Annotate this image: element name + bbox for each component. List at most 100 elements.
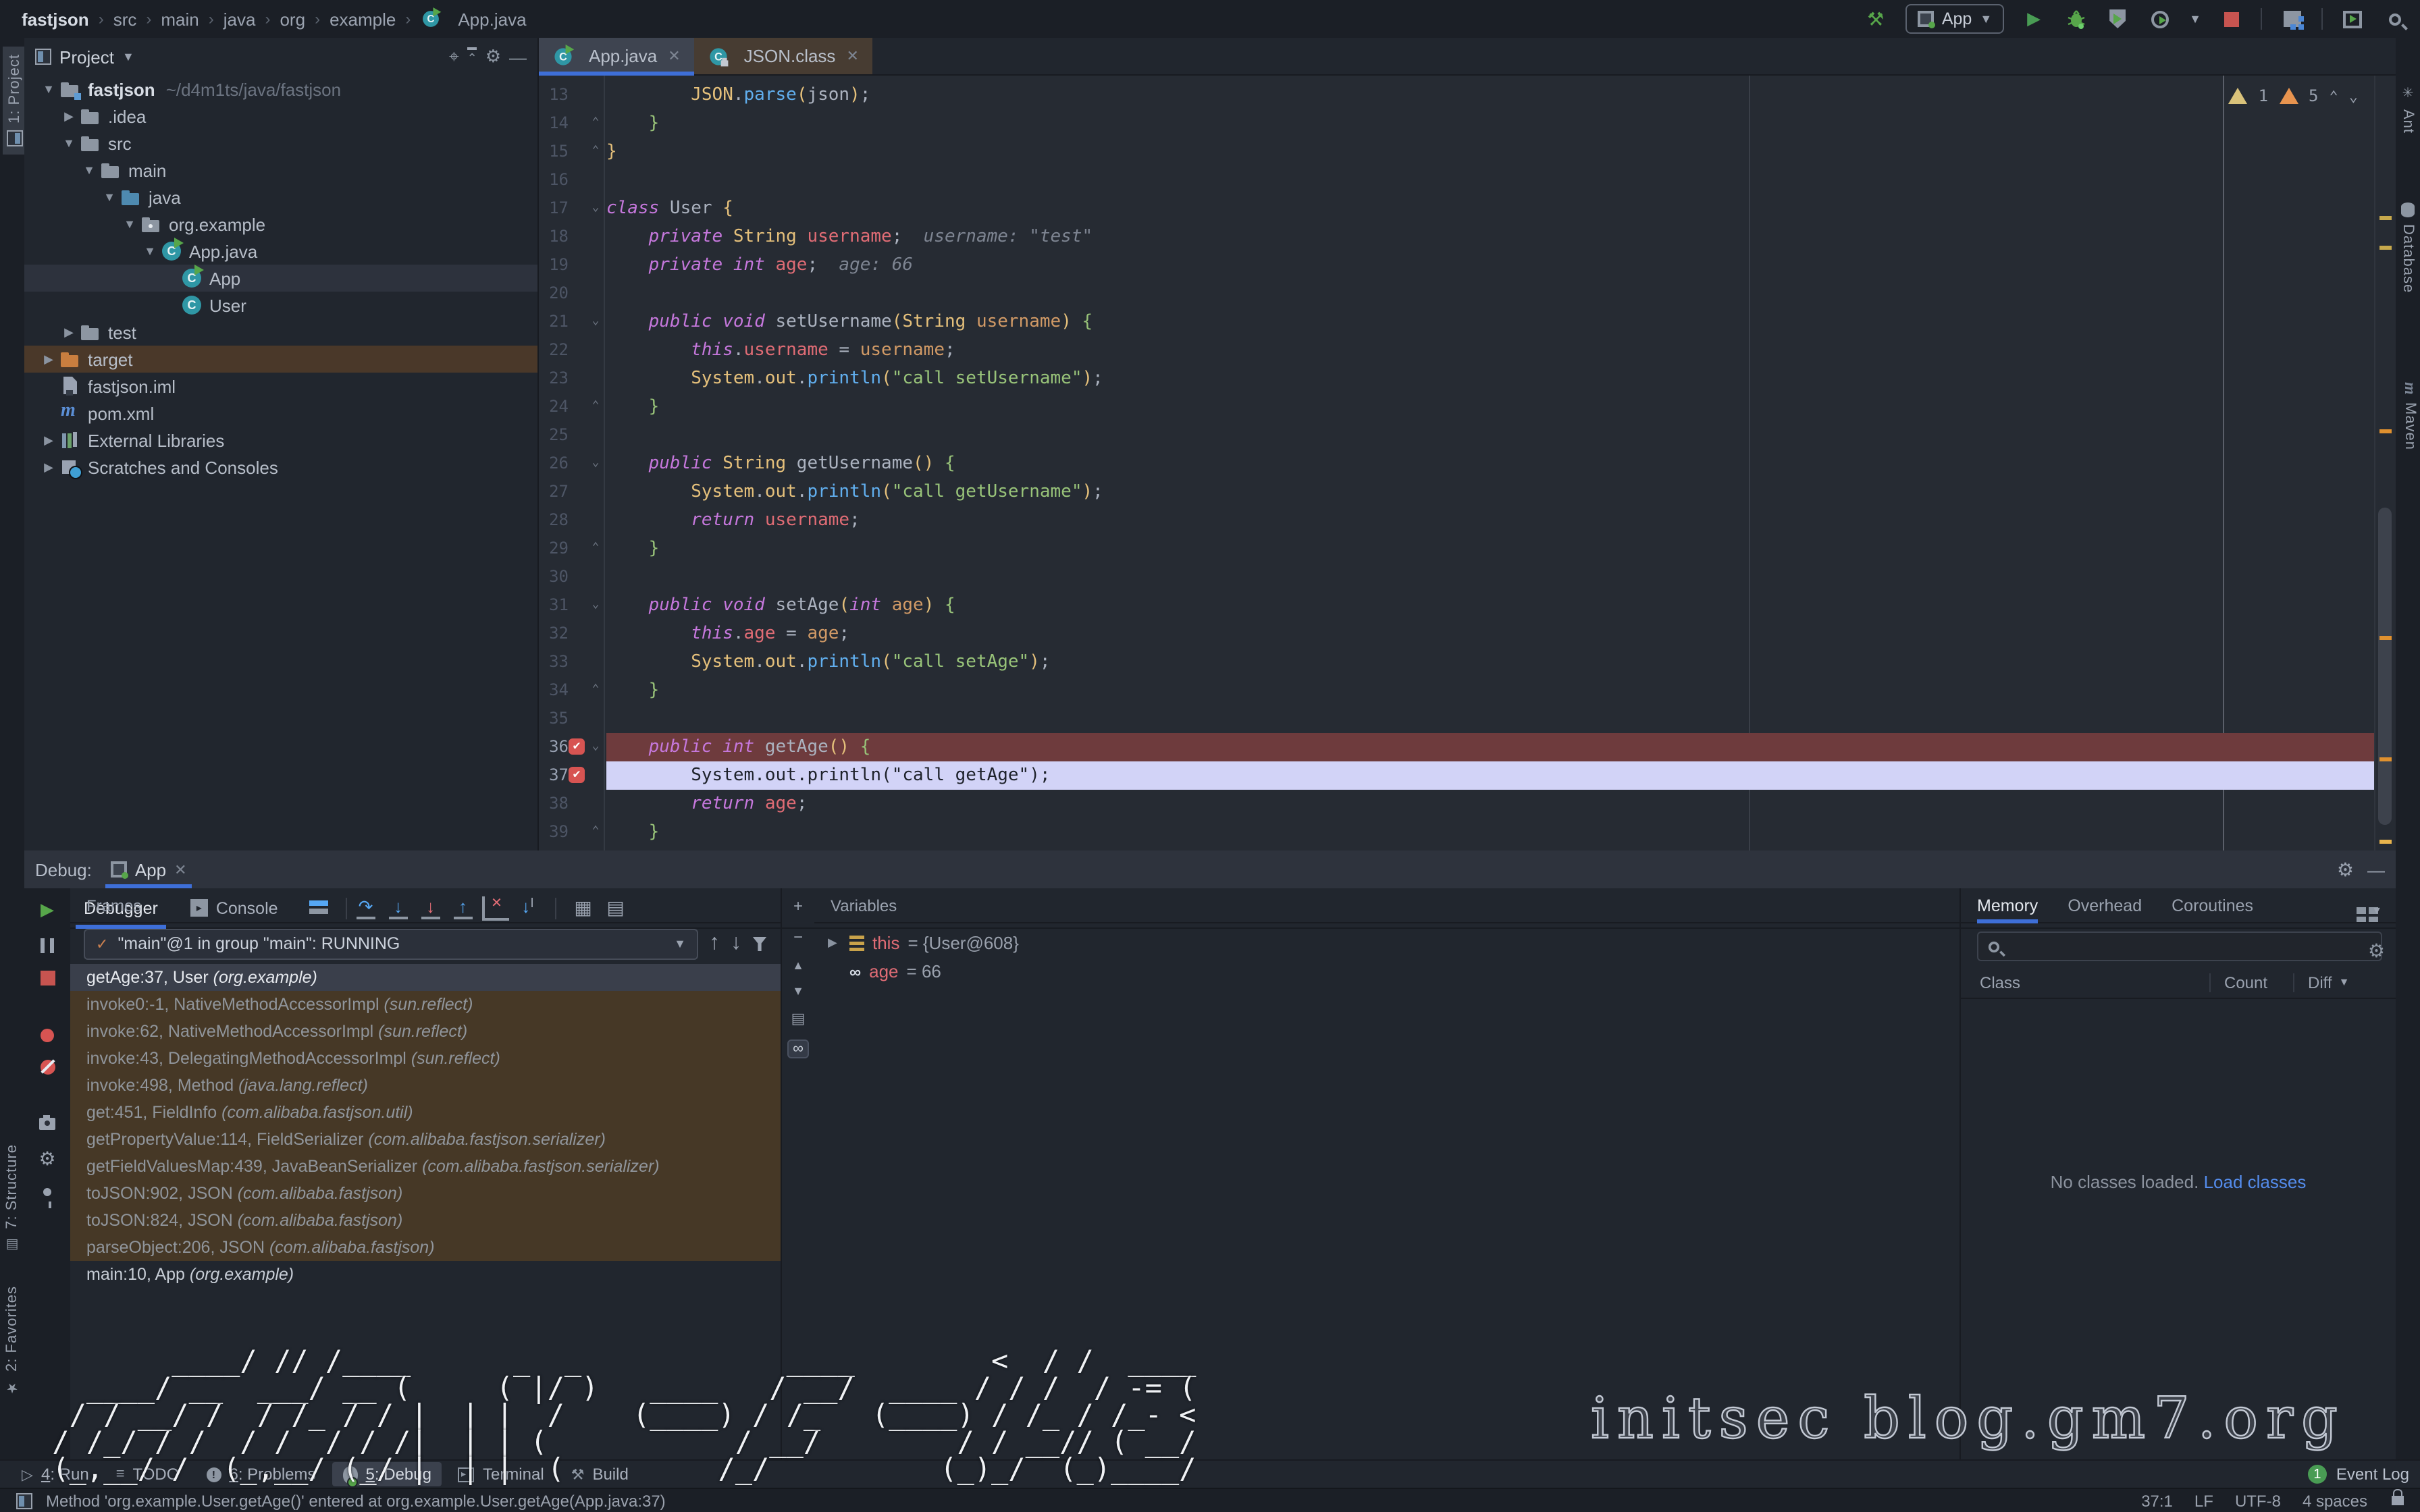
close-icon[interactable]: ✕ bbox=[668, 47, 680, 65]
inspection-widget[interactable]: 1 5 ⌃ ⌄ bbox=[2229, 86, 2358, 105]
code-area[interactable]: 13 JSON.parse(json);14⌃ }15⌃}1617⌄class … bbox=[539, 76, 2396, 850]
move-up-icon[interactable]: ▲ bbox=[792, 959, 804, 972]
stop-icon[interactable] bbox=[40, 971, 55, 986]
tool-window-button-build[interactable]: ⚒Build bbox=[560, 1462, 639, 1486]
tree-item-main[interactable]: ▼main bbox=[24, 157, 537, 184]
profiler-chevron-icon[interactable]: ▼ bbox=[2189, 12, 2201, 26]
tab-overhead[interactable]: Overhead bbox=[2068, 888, 2142, 923]
gear-icon[interactable]: ⚙ bbox=[2337, 858, 2354, 881]
frame-row[interactable]: invoke:498, Method (java.lang.reflect) bbox=[70, 1072, 781, 1099]
show-watches-icon[interactable]: ∞ bbox=[787, 1040, 809, 1058]
debug-session-tab[interactable]: App✕ bbox=[105, 850, 192, 888]
remove-watch-icon[interactable]: − bbox=[793, 927, 803, 946]
tree-item-scratches-and-consoles[interactable]: ▶Scratches and Consoles bbox=[24, 454, 537, 481]
fold-marker[interactable]: ⌄ bbox=[587, 194, 604, 223]
tab-coroutines[interactable]: Coroutines bbox=[2172, 888, 2253, 923]
frame-row[interactable]: parseObject:206, JSON (com.alibaba.fastj… bbox=[70, 1234, 781, 1261]
gear-icon[interactable]: ⚙ bbox=[485, 46, 501, 68]
sidebar-item-maven[interactable]: mMaven bbox=[2400, 382, 2420, 450]
frame-row[interactable]: invoke:43, DelegatingMethodAccessorImpl … bbox=[70, 1045, 781, 1072]
frame-row[interactable]: toJSON:902, JSON (com.alibaba.fastjson) bbox=[70, 1180, 781, 1207]
frame-row[interactable]: getFieldValuesMap:439, JavaBeanSerialize… bbox=[70, 1153, 781, 1180]
sidebar-item-structure[interactable]: ▤7: Structure bbox=[4, 1145, 20, 1252]
breakpoint-icon[interactable]: ✔ bbox=[569, 738, 585, 755]
run-anything-icon[interactable] bbox=[2340, 7, 2365, 31]
code-line-25[interactable]: 25 bbox=[539, 421, 2396, 450]
tool-window-button-terminal[interactable]: ▸Terminal bbox=[448, 1462, 555, 1486]
hide-panel-icon[interactable]: — bbox=[509, 47, 527, 67]
filter-icon[interactable] bbox=[752, 936, 767, 951]
code-line-36[interactable]: 36✔⌄ public int getAge() { bbox=[539, 733, 2396, 761]
move-down-icon[interactable]: ▼ bbox=[792, 984, 804, 998]
debug-gear-icon[interactable]: ⚙ bbox=[38, 1148, 55, 1170]
breadcrumb-item[interactable]: main bbox=[161, 9, 199, 29]
pause-icon[interactable] bbox=[41, 938, 54, 953]
close-icon[interactable]: ✕ bbox=[846, 47, 858, 65]
frame-row[interactable]: invoke:62, NativeMethodAccessorImpl (sun… bbox=[70, 1018, 781, 1045]
next-warning-icon[interactable]: ⌄ bbox=[2349, 87, 2358, 105]
status-item[interactable]: 4 spaces bbox=[2303, 1491, 2367, 1510]
frame-row[interactable]: get:451, FieldInfo (com.alibaba.fastjson… bbox=[70, 1099, 781, 1126]
breadcrumb-item[interactable]: src bbox=[113, 9, 137, 29]
code-line-16[interactable]: 16 bbox=[539, 166, 2396, 194]
variable-row-this[interactable]: ▶this = {User@608} bbox=[814, 929, 1959, 957]
code-line-34[interactable]: 34⌃ } bbox=[539, 676, 2396, 705]
debug-button[interactable] bbox=[2063, 7, 2088, 31]
locate-file-icon[interactable]: ⌖ bbox=[449, 46, 459, 68]
project-structure-icon[interactable] bbox=[2280, 7, 2304, 31]
hide-panel-icon[interactable]: — bbox=[2367, 859, 2385, 880]
fold-marker[interactable]: ⌃ bbox=[587, 138, 604, 166]
status-item[interactable]: LF bbox=[2194, 1491, 2213, 1510]
code-line-13[interactable]: 13 JSON.parse(json); bbox=[539, 81, 2396, 109]
frame-row[interactable]: main:10, App (org.example) bbox=[70, 1261, 781, 1288]
tree-item-org-example[interactable]: ▼org.example bbox=[24, 211, 537, 238]
code-line-33[interactable]: 33 System.out.println("call setAge"); bbox=[539, 648, 2396, 676]
fold-marker[interactable]: ⌄ bbox=[587, 591, 604, 620]
fold-marker[interactable]: ⌃ bbox=[587, 818, 604, 846]
breadcrumb-item[interactable]: fastjson bbox=[22, 9, 89, 29]
frame-row[interactable]: invoke0:-1, NativeMethodAccessorImpl (su… bbox=[70, 991, 781, 1018]
tree-item-app-java[interactable]: ▼App.java bbox=[24, 238, 537, 265]
load-classes-link[interactable]: Load classes bbox=[2204, 1172, 2307, 1192]
breadcrumb[interactable]: fastjson›src›main›java›org›example›App.j… bbox=[22, 8, 527, 30]
fold-marker[interactable]: ⌃ bbox=[587, 109, 604, 138]
code-line-29[interactable]: 29⌃ } bbox=[539, 535, 2396, 563]
tool-window-button-todo[interactable]: ≡TODO bbox=[105, 1462, 190, 1486]
run-button[interactable]: ▶ bbox=[2022, 7, 2046, 31]
error-stripe[interactable] bbox=[2374, 76, 2396, 850]
code-line-38[interactable]: 38 return age; bbox=[539, 790, 2396, 818]
collapse-all-icon[interactable]: ⌃ bbox=[467, 47, 477, 66]
breadcrumb-item[interactable]: example bbox=[330, 9, 396, 29]
code-line-26[interactable]: 26⌄ public String getUsername() { bbox=[539, 450, 2396, 478]
variable-row-age[interactable]: ∞age = 66 bbox=[814, 957, 1959, 986]
tool-window-toggle-icon[interactable] bbox=[16, 1492, 32, 1509]
pin-icon[interactable] bbox=[43, 1188, 51, 1196]
tree-item-test[interactable]: ▶test bbox=[24, 319, 537, 346]
code-line-39[interactable]: 39⌃ } bbox=[539, 818, 2396, 846]
tree-item-user[interactable]: User bbox=[24, 292, 537, 319]
status-item[interactable]: UTF-8 bbox=[2235, 1491, 2281, 1510]
tool-window-button-5-debug[interactable]: 5: Debug bbox=[332, 1462, 442, 1486]
tool-window-button-6-problems[interactable]: !6: Problems bbox=[195, 1462, 326, 1486]
add-watch-icon[interactable]: + bbox=[793, 896, 803, 915]
prev-warning-icon[interactable]: ⌃ bbox=[2330, 87, 2338, 105]
tree-item-fastjson-iml[interactable]: fastjson.iml bbox=[24, 373, 537, 400]
lock-icon[interactable] bbox=[2392, 1496, 2404, 1505]
frame-row[interactable]: getAge:37, User (org.example) bbox=[70, 964, 781, 991]
breadcrumb-item[interactable]: org bbox=[280, 9, 305, 29]
frame-row[interactable]: toJSON:824, JSON (com.alibaba.fastjson) bbox=[70, 1207, 781, 1234]
stop-button[interactable] bbox=[2219, 7, 2243, 31]
frame-up-icon[interactable]: ↑ bbox=[709, 932, 720, 956]
code-line-22[interactable]: 22 this.username = username; bbox=[539, 336, 2396, 364]
code-line-15[interactable]: 15⌃} bbox=[539, 138, 2396, 166]
sidebar-item-favorites[interactable]: ★2: Favorites bbox=[4, 1287, 20, 1395]
breadcrumb-item[interactable]: App.java bbox=[458, 9, 526, 29]
status-item[interactable]: 37:1 bbox=[2141, 1491, 2173, 1510]
code-line-32[interactable]: 32 this.age = age; bbox=[539, 620, 2396, 648]
tab-app-java[interactable]: App.java✕ bbox=[539, 38, 694, 74]
profiler-button[interactable] bbox=[2147, 7, 2172, 31]
search-everywhere-icon[interactable] bbox=[2382, 7, 2406, 31]
fold-marker[interactable]: ⌃ bbox=[587, 535, 604, 563]
memory-search-input[interactable] bbox=[1977, 932, 2382, 961]
fold-marker[interactable]: ⌄ bbox=[587, 450, 604, 478]
